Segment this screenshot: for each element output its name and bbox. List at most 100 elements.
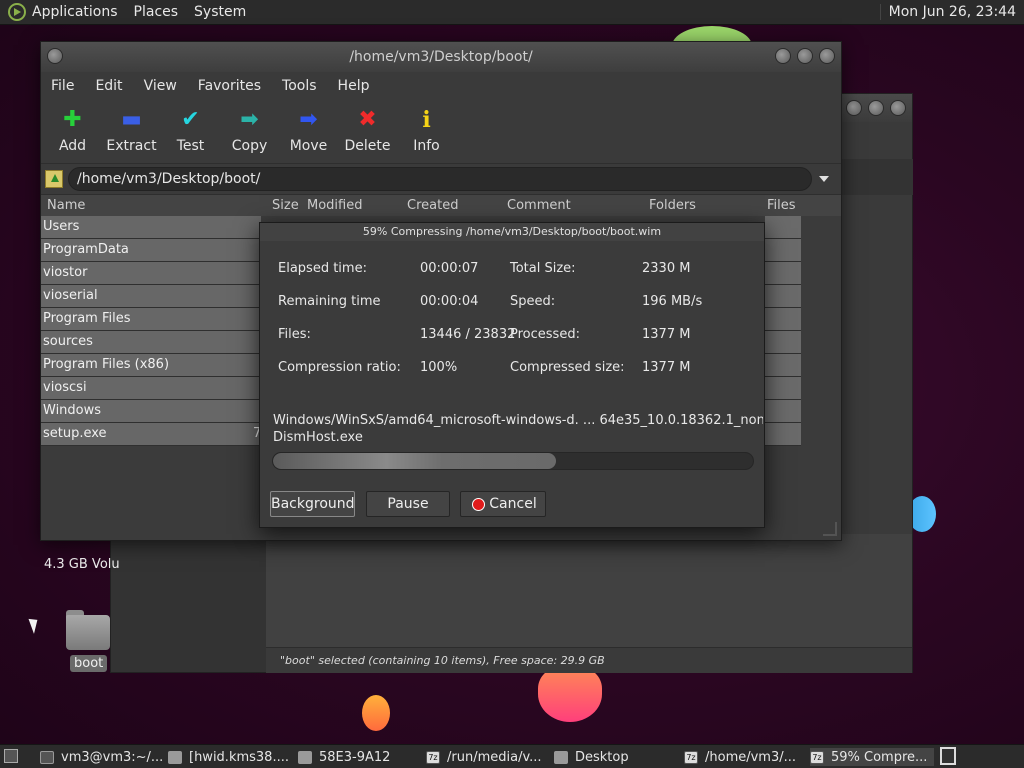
panel-clock[interactable]: Mon Jun 26, 23:44 <box>879 4 1016 20</box>
menu-file[interactable]: File <box>51 78 74 94</box>
desktop-volume-label[interactable]: 4.3 GB Volu <box>44 557 120 572</box>
elapsed-value: 00:00:07 <box>420 261 479 276</box>
column-created[interactable]: Created <box>407 198 458 213</box>
column-modified[interactable]: Modified <box>307 198 362 213</box>
add-button[interactable]: ✚ Add <box>43 100 102 163</box>
test-label: Test <box>176 138 205 154</box>
ratio-label: Compression ratio: <box>278 360 401 375</box>
info-button[interactable]: i Info <box>397 100 456 163</box>
desktop-folder-label[interactable]: boot <box>70 655 108 672</box>
taskbar-item[interactable]: Desktop <box>554 748 676 766</box>
current-file-path: Windows/WinSxS/amd64_microsoft-windows-d… <box>273 413 763 428</box>
extract-label: Extract <box>106 138 157 154</box>
wallpaper-shape <box>362 695 390 731</box>
copy-label: Copy <box>231 138 268 154</box>
remaining-label: Remaining time <box>278 294 381 309</box>
minus-icon: ▬ <box>121 107 142 132</box>
window-title: /home/vm3/Desktop/boot/ <box>349 49 533 65</box>
chevron-down-icon[interactable] <box>819 176 829 182</box>
taskbar-item[interactable]: [hwid.kms38.... <box>168 748 293 766</box>
column-name[interactable]: Name <box>47 198 85 213</box>
archive-icon: 7z <box>810 750 824 764</box>
extract-button[interactable]: ▬ Extract <box>102 100 161 163</box>
move-button[interactable]: ➡ Move <box>279 100 338 163</box>
progress-bar-fill <box>273 453 557 469</box>
background-button[interactable]: Background <box>270 491 355 517</box>
folder-icon <box>554 750 568 764</box>
path-input[interactable] <box>68 167 812 191</box>
window-menu-button[interactable] <box>47 48 63 64</box>
progress-bar <box>272 452 754 470</box>
menu-view[interactable]: View <box>144 78 177 94</box>
file-manager-statusbar: "boot" selected (containing 10 items), F… <box>266 647 912 673</box>
mouse-cursor-icon <box>28 616 42 634</box>
info-label: Info <box>413 138 440 154</box>
taskbar-item-label: /home/vm3/... <box>705 749 797 765</box>
column-files[interactable]: Files <box>767 198 796 213</box>
taskbar-item[interactable]: 7z /run/media/v... <box>426 748 548 766</box>
taskbar-item-label: 59% Compre... <box>831 749 928 765</box>
taskbar-item-label: Desktop <box>575 749 629 765</box>
file-manager-content <box>266 534 912 647</box>
taskbar-item-label: vm3@vm3:~/... <box>61 749 162 765</box>
folder-icon <box>168 750 182 764</box>
path-bar <box>41 164 841 194</box>
files-column-cells <box>765 216 801 446</box>
top-panel: Applications Places System Mon Jun 26, 2… <box>0 0 1024 25</box>
folder-up-icon[interactable] <box>45 170 63 188</box>
files-label: Files: <box>278 327 311 342</box>
add-label: Add <box>58 138 87 154</box>
copy-arrow-icon: ➡ <box>240 107 259 132</box>
workspace-switcher-icon[interactable] <box>940 747 956 765</box>
taskbar-item[interactable]: 7z /home/vm3/... <box>684 748 806 766</box>
total-size-label: Total Size: <box>510 261 576 276</box>
processed-label: Processed: <box>510 327 580 342</box>
check-icon: ✔ <box>181 107 200 132</box>
close-button[interactable] <box>890 100 906 116</box>
resize-grip-icon[interactable] <box>823 522 837 536</box>
cancel-button[interactable]: Cancel <box>460 491 546 517</box>
folder-icon <box>298 750 312 764</box>
dialog-title[interactable]: 59% Compressing /home/vm3/Desktop/boot/b… <box>260 223 764 241</box>
delete-button[interactable]: ✖ Delete <box>338 100 397 163</box>
desktop-folder-icon[interactable] <box>66 610 110 650</box>
menu-favorites[interactable]: Favorites <box>198 78 261 94</box>
speed-value: 196 MB/s <box>642 294 703 309</box>
menu-edit[interactable]: Edit <box>95 78 122 94</box>
panel-menu-system[interactable]: System <box>194 4 246 20</box>
terminal-icon <box>40 750 54 764</box>
panel-menu-applications[interactable]: Applications <box>32 4 118 20</box>
taskbar-item-label: [hwid.kms38.... <box>189 749 289 765</box>
maximize-button[interactable] <box>797 48 813 64</box>
copy-button[interactable]: ➡ Copy <box>220 100 279 163</box>
panel-menu-places[interactable]: Places <box>134 4 179 20</box>
close-button[interactable] <box>819 48 835 64</box>
menu-tools[interactable]: Tools <box>282 78 317 94</box>
taskbar-item-active[interactable]: 7z 59% Compre... <box>810 748 934 766</box>
minimize-button[interactable] <box>846 100 862 116</box>
show-desktop-icon[interactable] <box>4 749 18 763</box>
column-size[interactable]: Size <box>272 198 299 213</box>
taskbar-item[interactable]: vm3@vm3:~/... <box>40 748 162 766</box>
archiver-titlebar[interactable]: /home/vm3/Desktop/boot/ <box>41 42 841 72</box>
toolbar: ✚ Add ▬ Extract ✔ Test ➡ Copy ➡ Move ✖ D… <box>41 100 841 164</box>
column-comment[interactable]: Comment <box>507 198 571 213</box>
wallpaper-shape <box>538 666 602 722</box>
elapsed-label: Elapsed time: <box>278 261 367 276</box>
move-label: Move <box>289 138 328 154</box>
progress-dialog: 59% Compressing /home/vm3/Desktop/boot/b… <box>259 222 765 528</box>
menu-help[interactable]: Help <box>338 78 370 94</box>
minimize-button[interactable] <box>775 48 791 64</box>
distro-logo-icon[interactable] <box>8 3 26 21</box>
plus-icon: ✚ <box>63 107 82 132</box>
column-folders[interactable]: Folders <box>649 198 696 213</box>
taskbar-item[interactable]: 58E3-9A12 <box>298 748 420 766</box>
archive-icon: 7z <box>426 750 440 764</box>
pause-button[interactable]: Pause <box>366 491 450 517</box>
test-button[interactable]: ✔ Test <box>161 100 220 163</box>
maximize-button[interactable] <box>868 100 884 116</box>
files-value: 13446 / 23832 <box>420 327 516 342</box>
file-manager-toolbar <box>841 159 913 195</box>
ratio-value: 100% <box>420 360 458 375</box>
delete-label: Delete <box>344 138 391 154</box>
